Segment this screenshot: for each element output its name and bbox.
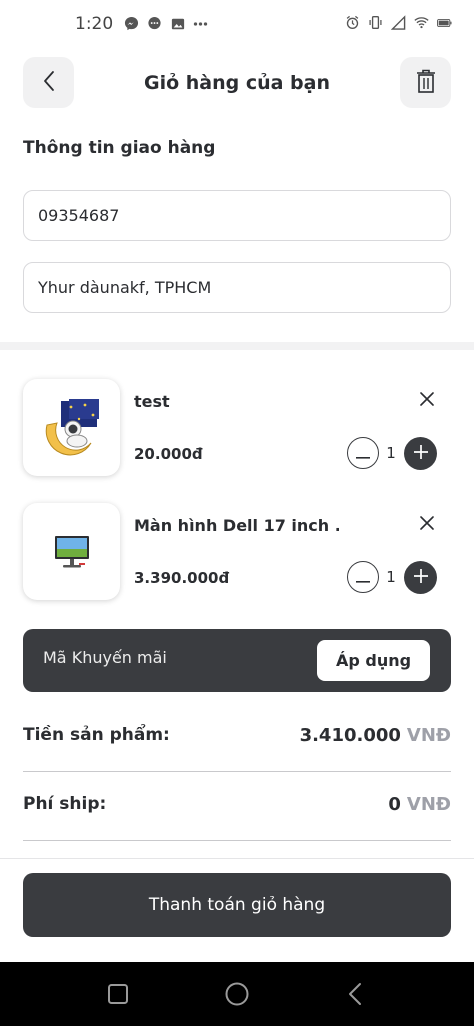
more-dots-icon (193, 16, 208, 31)
shipping-fee-label: Phí ship: (23, 794, 107, 814)
phone-input[interactable] (23, 190, 451, 241)
shipping-fee-row: Phí ship: 0 VNĐ (23, 794, 451, 854)
back-triangle-icon[interactable] (340, 979, 370, 1009)
status-time: 1:20 (75, 14, 114, 34)
trash-icon (415, 68, 437, 98)
promo-code-input[interactable] (43, 648, 303, 667)
remove-item-button[interactable] (414, 511, 440, 537)
messenger-icon (124, 16, 139, 31)
shipping-fee-amount: 0 VNĐ (388, 794, 451, 815)
home-circle-icon[interactable] (222, 979, 252, 1009)
decrease-quantity-button[interactable] (347, 437, 379, 469)
clear-cart-button[interactable] (400, 57, 451, 108)
address-input[interactable] (23, 262, 451, 313)
vibrate-icon (368, 15, 383, 30)
image-icon (170, 16, 185, 31)
product-name: Màn hình Dell 17 inch ... (134, 516, 339, 535)
subtotal-label: Tiền sản phẩm: (23, 725, 170, 745)
cart-item: Màn hình Dell 17 inch ... 3.390.000đ 1 (0, 503, 474, 603)
product-thumbnail[interactable] (23, 379, 120, 476)
subtotal-amount: 3.410.000 VNĐ (300, 725, 451, 746)
apply-promo-button[interactable]: Áp dụng (317, 640, 430, 681)
wifi-icon (414, 15, 429, 30)
subtotal-value: 3.410.000 (299, 725, 401, 746)
product-thumbnail[interactable] (23, 503, 120, 600)
decrease-quantity-button[interactable] (347, 561, 379, 593)
quantity-value: 1 (386, 568, 396, 586)
checkout-button[interactable]: Thanh toán giỏ hàng (23, 873, 451, 937)
recents-square-icon[interactable] (103, 979, 133, 1009)
product-price: 3.390.000đ (134, 569, 230, 587)
plus-icon (413, 444, 428, 463)
minus-icon (356, 444, 370, 463)
remove-item-button[interactable] (414, 387, 440, 413)
increase-quantity-button[interactable] (404, 437, 437, 470)
monitor-image (54, 535, 89, 567)
alarm-icon (345, 15, 360, 30)
system-nav-bar (0, 962, 474, 1026)
footer-divider (0, 858, 474, 859)
summary-divider (23, 771, 451, 772)
increase-quantity-button[interactable] (404, 561, 437, 594)
product-name: test (134, 392, 170, 411)
status-bar: 1:20 (0, 0, 474, 50)
quantity-value: 1 (386, 444, 396, 462)
promo-code-bar: Áp dụng (23, 629, 451, 692)
shipping-fee-value: 0 (388, 794, 401, 815)
astronaut-moon-image (45, 398, 99, 455)
close-icon (420, 515, 434, 534)
chat-bubble-icon (147, 16, 162, 31)
section-divider (0, 342, 474, 350)
shipping-fee-currency: VNĐ (406, 794, 451, 815)
battery-icon (437, 15, 452, 30)
product-price: 20.000đ (134, 445, 203, 463)
signal-icon (391, 14, 406, 30)
summary-divider (23, 840, 451, 841)
plus-icon (413, 568, 428, 587)
subtotal-row: Tiền sản phẩm: 3.410.000 VNĐ (23, 725, 451, 785)
close-icon (420, 391, 434, 410)
shipping-section-title: Thông tin giao hàng (23, 138, 216, 158)
minus-icon (356, 568, 370, 587)
cart-item: test 20.000đ 1 (0, 379, 474, 479)
subtotal-currency: VNĐ (406, 725, 451, 746)
